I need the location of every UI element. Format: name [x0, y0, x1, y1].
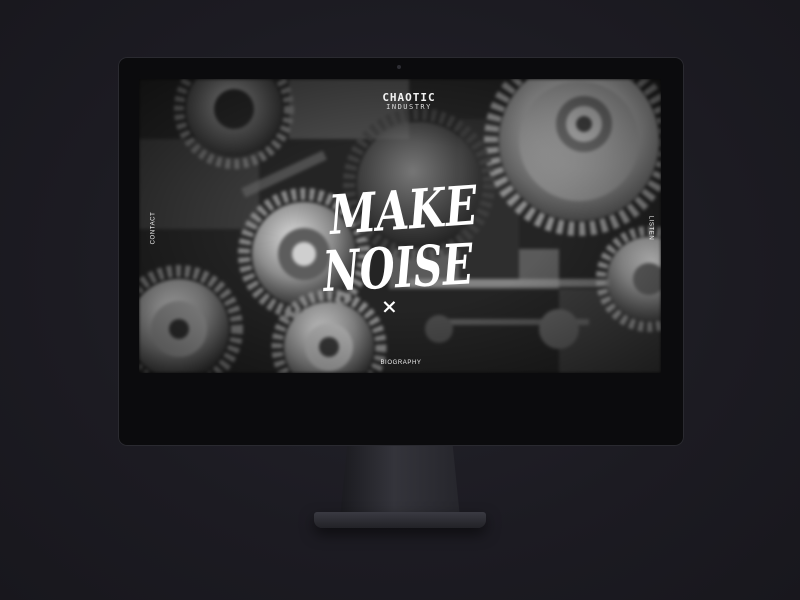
site-logo[interactable]: CHAOTIC INDUSTRY	[379, 92, 439, 112]
hero-x-mark: ×	[381, 294, 398, 318]
nav-listen-link[interactable]: LISTEN	[648, 216, 654, 241]
logo-subtitle: INDUSTRY	[386, 103, 432, 111]
nav-contact-link[interactable]: CONTACT	[150, 212, 156, 245]
hero-title: MAKE NOISE ×	[317, 167, 487, 318]
monitor-stand-neck	[340, 446, 460, 518]
monitor-stand-base	[314, 512, 486, 528]
website-screen: CHAOTIC INDUSTRY CONTACT LISTEN BIOGRAPH…	[139, 79, 661, 373]
mockup-stage: CHAOTIC INDUSTRY CONTACT LISTEN BIOGRAPH…	[0, 0, 800, 600]
hero-title-graphic: MAKE NOISE ×	[320, 173, 480, 318]
hero-line-2: NOISE	[320, 231, 476, 305]
camera-icon	[397, 65, 401, 69]
nav-biography-link[interactable]: BIOGRAPHY	[375, 360, 427, 366]
logo-title: CHAOTIC	[382, 91, 436, 104]
